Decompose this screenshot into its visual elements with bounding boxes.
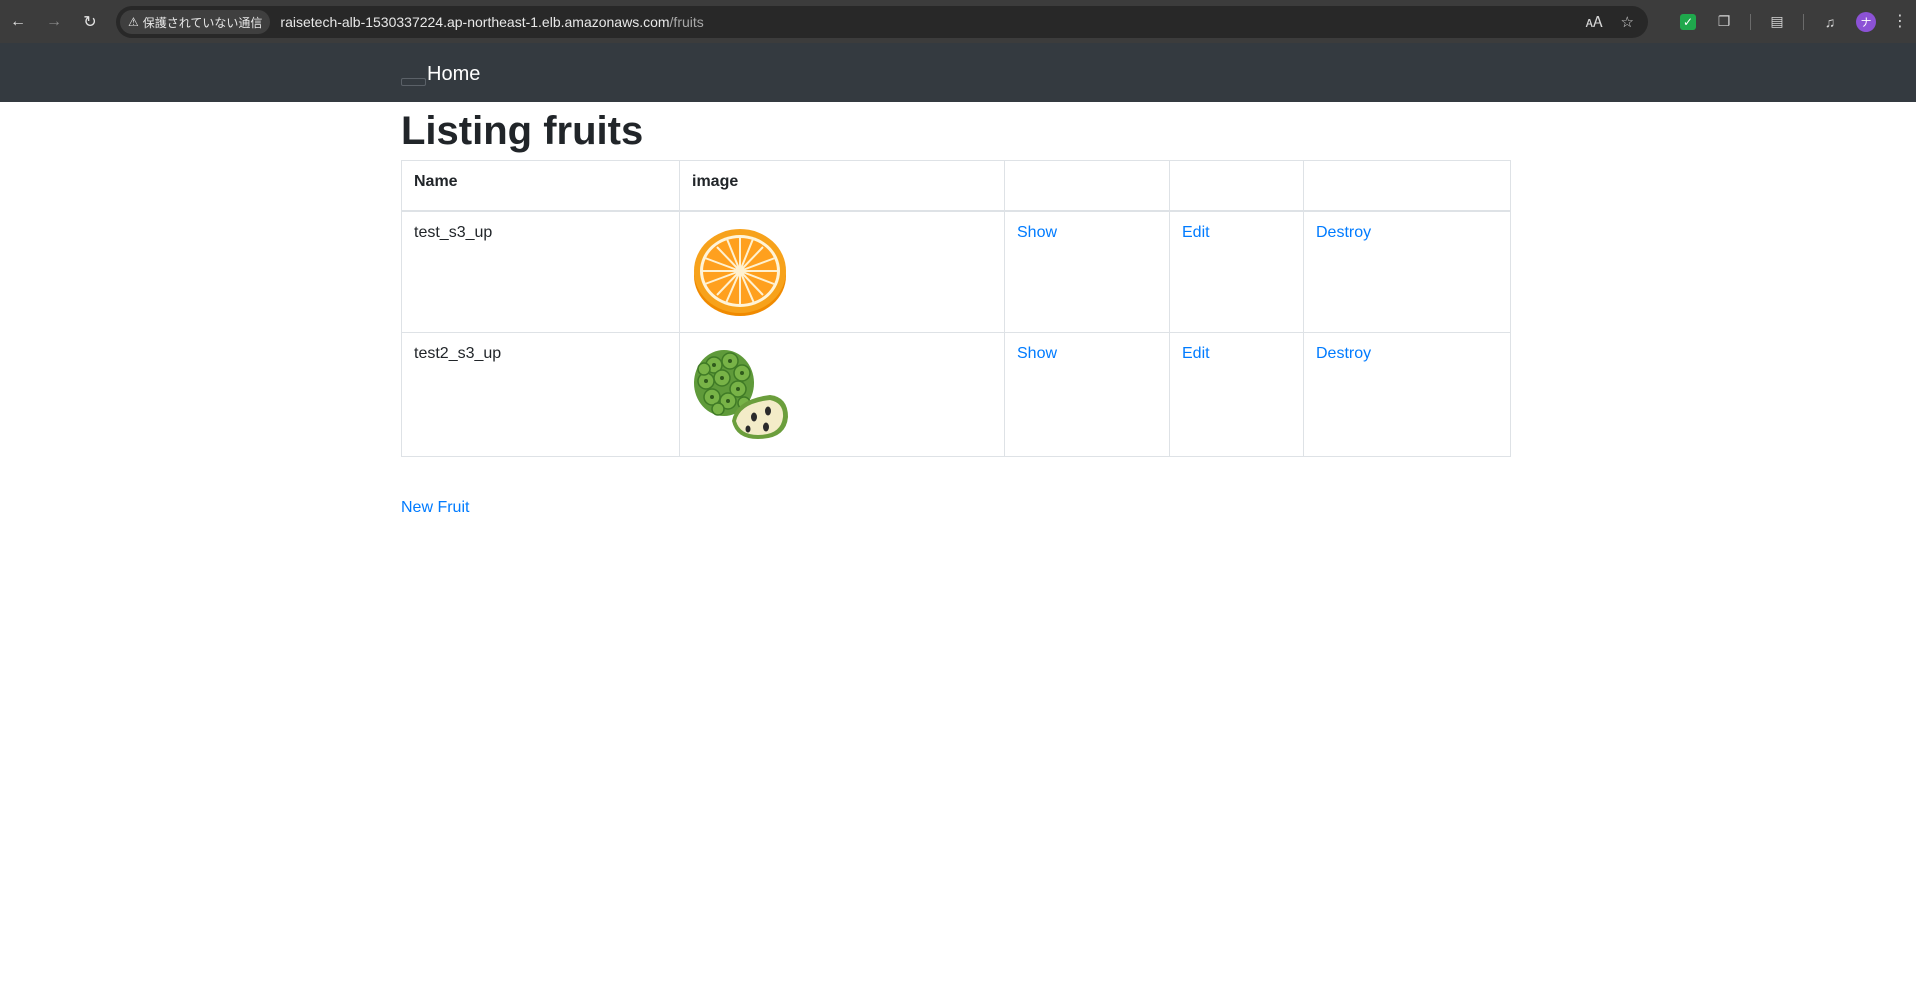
destroy-link[interactable]: Destroy [1316, 224, 1371, 241]
extensions-puzzle-icon[interactable]: ❐ [1714, 12, 1734, 32]
column-header-show [1004, 160, 1170, 212]
destroy-cell: Destroy [1303, 210, 1511, 333]
navbar-brand-home[interactable]: Home [427, 63, 480, 86]
edit-cell: Edit [1169, 210, 1304, 333]
column-header-name: Name [401, 160, 680, 212]
url-path: /fruits [669, 14, 704, 30]
browser-toolbar: ← → ↻ ⚠ 保護されていない通信 raisetech-alb-1530337… [0, 0, 1916, 43]
edit-link[interactable]: Edit [1182, 345, 1210, 362]
reading-list-icon[interactable]: ▤ [1767, 12, 1787, 32]
edit-cell: Edit [1169, 332, 1304, 457]
orange-image [694, 228, 786, 316]
bookmark-star-icon[interactable]: ☆ [1621, 13, 1634, 31]
toolbar-divider [1750, 13, 1751, 30]
table-header-row: Name image [401, 160, 1511, 212]
show-link[interactable]: Show [1017, 224, 1057, 241]
toolbar-divider [1803, 13, 1804, 30]
fruit-name-cell: test_s3_up [401, 210, 680, 333]
column-header-edit [1169, 160, 1304, 212]
edit-link[interactable]: Edit [1182, 224, 1210, 241]
menu-kebab-icon[interactable]: ⋮ [1892, 13, 1908, 30]
show-cell: Show [1004, 210, 1170, 333]
destroy-cell: Destroy [1303, 332, 1511, 457]
fruit-image-cell [679, 210, 1005, 333]
main-content: Listing fruits Name image test_s3_up Sho… [401, 102, 1511, 517]
table-row: test_s3_up Show Edit Destroy [401, 210, 1511, 333]
fruit-name-cell: test2_s3_up [401, 332, 680, 457]
custard-apple-image [694, 350, 788, 439]
column-header-destroy [1303, 160, 1511, 212]
warning-icon: ⚠ [128, 15, 139, 29]
site-navbar: Home [0, 43, 1916, 102]
destroy-link[interactable]: Destroy [1316, 345, 1371, 362]
profile-avatar[interactable]: ナ [1856, 11, 1876, 32]
show-cell: Show [1004, 332, 1170, 457]
address-bar[interactable]: ⚠ 保護されていない通信 raisetech-alb-1530337224.ap… [116, 6, 1648, 38]
fruits-table: Name image test_s3_up Show Edit Destroy … [401, 160, 1511, 457]
column-header-image: image [679, 160, 1005, 212]
url-text[interactable]: raisetech-alb-1530337224.ap-northeast-1.… [280, 14, 703, 30]
security-chip[interactable]: ⚠ 保護されていない通信 [120, 10, 271, 34]
forward-icon[interactable]: → [36, 4, 72, 40]
extension-check-icon[interactable]: ✓ [1678, 12, 1698, 32]
new-fruit-link[interactable]: New Fruit [401, 499, 1511, 517]
security-label: 保護されていない通信 [142, 15, 263, 30]
fruit-image-cell [679, 332, 1005, 457]
reload-icon[interactable]: ↻ [72, 4, 108, 40]
navbar-toggler-button[interactable] [401, 78, 426, 86]
show-link[interactable]: Show [1017, 345, 1057, 362]
url-host: raisetech-alb-1530337224.ap-northeast-1.… [280, 14, 670, 30]
page-title: Listing fruits [401, 109, 644, 153]
table-row: test2_s3_up Show Edit Destroy [401, 332, 1511, 457]
translate-icon[interactable]: 🗚 [1586, 14, 1603, 31]
media-control-icon[interactable]: ♫ [1820, 12, 1840, 32]
back-icon[interactable]: ← [0, 4, 36, 40]
